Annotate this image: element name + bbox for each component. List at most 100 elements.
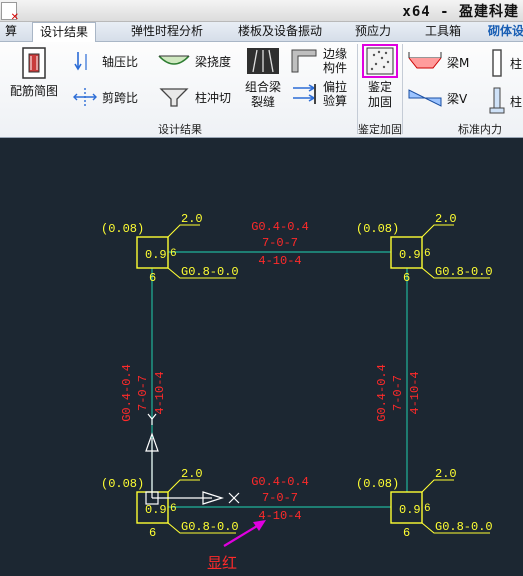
beam-text-line2: 7-0-7	[136, 375, 150, 411]
beam-moment-button[interactable]: 梁M	[407, 50, 469, 74]
beam-crack-icon	[247, 48, 279, 74]
rebar-diagram-button[interactable]: 配筋简图	[6, 46, 62, 99]
column-top-label: (0.08)	[356, 477, 399, 491]
group-label-appraisal: 鉴定加固	[358, 123, 402, 136]
beam-text-line3: 4-10-4	[258, 254, 301, 268]
column-punching-button[interactable]: 柱冲切	[157, 86, 231, 108]
edge-member-label-2: 构件	[323, 61, 348, 75]
column-bottom-value: 6	[403, 271, 410, 285]
shear-cross-icon	[73, 88, 97, 106]
window-title: x64 - 盈建科建	[402, 4, 519, 20]
beam-deflection-label: 梁挠度	[195, 54, 232, 69]
group-label-design: 设计结果	[158, 123, 202, 136]
appraisal-label-2: 加固	[367, 95, 392, 109]
tab-slab-vibration[interactable]: 楼板及设备振动	[230, 22, 330, 41]
column-detail: G0.8-0.0	[181, 520, 239, 534]
ucs-axis-icon	[145, 413, 240, 505]
rebar-diagram-label: 配筋简图	[9, 84, 58, 98]
beam-text-line3: 4-10-4	[408, 371, 422, 414]
tab-design-results[interactable]: 设计结果	[32, 22, 96, 43]
axial-ratio-button[interactable]: 轴压比	[72, 50, 138, 72]
eccentric-label-1: 偏拉	[323, 80, 348, 94]
shear-diagram-icon	[408, 89, 442, 107]
tab-time-history[interactable]: 弹性时程分析	[122, 22, 212, 41]
axial-arrow-icon	[74, 52, 87, 71]
column-corner-value: 2.0	[435, 467, 457, 481]
appraisal-reinforcement-button[interactable]: 鉴定 加固	[362, 44, 398, 110]
beam-label-top: G0.4-0.4 7-0-7 4-10-4	[251, 220, 309, 268]
eccentric-label-2: 验算	[323, 94, 348, 108]
column-corner-value: 2.0	[181, 467, 203, 481]
combined-beam-crack-button[interactable]: 组合梁 裂缝	[239, 46, 287, 110]
annotation-note: 显红	[207, 554, 238, 572]
column-punching-label: 柱冲切	[195, 90, 232, 105]
edge-member-button[interactable]: 边缘 构件	[289, 47, 347, 75]
column-force-label: 柱	[510, 56, 523, 71]
appraisal-icon	[362, 44, 398, 78]
drawing-canvas[interactable]: 0.9 (0.08) 2.0 6 6 G0.8-0.0 0.9 (0.08) 2…	[0, 138, 523, 576]
column-top-label: (0.08)	[101, 477, 144, 491]
column-top-label: (0.08)	[356, 222, 399, 236]
beam-text-line2: 7-0-7	[391, 375, 405, 411]
column-base-icon	[489, 87, 505, 114]
edge-member-icon	[291, 49, 317, 73]
beam-m-label: 梁M	[447, 55, 470, 70]
column-force-label-2: 柱	[510, 94, 523, 109]
tab-toolbox[interactable]: 工具箱	[418, 22, 468, 41]
beam-text-line1: G0.4-0.4	[251, 475, 309, 489]
column-icon	[492, 49, 502, 77]
column-force-button[interactable]: 柱	[488, 48, 522, 78]
group-label-std-force: 标准内力	[458, 123, 502, 136]
edge-member-label-1: 边缘	[323, 47, 348, 61]
tab-analysis[interactable]: 算	[0, 22, 22, 41]
column-bottom-value: 6	[403, 526, 410, 540]
column-detail: G0.8-0.0	[435, 265, 493, 279]
column-top-label: (0.08)	[101, 222, 144, 236]
beam-text-line2: 7-0-7	[262, 236, 298, 250]
column-detail: G0.8-0.0	[435, 520, 493, 534]
column-bottom-right[interactable]: 0.9 (0.08) 2.0 6 6 G0.8-0.0	[356, 467, 493, 540]
eccentric-tension-icon	[293, 84, 316, 104]
ribbon-panel: 配筋简图 轴压比 剪跨比 梁挠度 柱冲切 组合梁 裂缝 边缘 构件 偏拉 验算 …	[0, 42, 523, 138]
beam-text-line1: G0.4-0.4	[120, 364, 134, 422]
combined-beam-label-2: 裂缝	[250, 95, 275, 109]
column-bottom-value: 6	[149, 271, 156, 285]
funnel-icon	[159, 88, 189, 107]
eccentric-tension-button[interactable]: 偏拉 验算	[289, 80, 347, 108]
shear-span-ratio-label: 剪跨比	[102, 90, 139, 105]
beam-label-bottom: G0.4-0.4 7-0-7 4-10-4	[251, 475, 309, 523]
beam-shear-button[interactable]: 梁V	[407, 86, 467, 110]
column-corner-value: 2.0	[181, 212, 203, 226]
app-icon[interactable]	[1, 2, 19, 23]
column-right-value: 6	[170, 248, 177, 260]
column-force-button-2[interactable]: 柱	[488, 86, 522, 116]
column-ratio: 0.9	[399, 503, 421, 517]
column-ratio: 0.9	[145, 248, 167, 262]
beam-label-left: G0.4-0.4 7-0-7 4-10-4	[120, 364, 167, 422]
column-corner-value: 2.0	[435, 212, 457, 226]
beam-text-line2: 7-0-7	[262, 491, 298, 505]
beam-deflection-button[interactable]: 梁挠度	[157, 50, 231, 72]
column-top-right[interactable]: 0.9 (0.08) 2.0 6 6 G0.8-0.0	[356, 212, 493, 285]
beam-text-line1: G0.4-0.4	[375, 364, 389, 422]
tab-prestress[interactable]: 预应力	[348, 22, 398, 41]
axial-ratio-label: 轴压比	[102, 54, 139, 69]
tab-masonry[interactable]: 砌体设	[488, 22, 523, 41]
column-ratio: 0.9	[399, 248, 421, 262]
beam-text-line1: G0.4-0.4	[251, 220, 309, 234]
column-top-left[interactable]: 0.9 (0.08) 2.0 6 6 G0.8-0.0	[101, 212, 239, 285]
column-ratio: 0.9	[145, 503, 167, 517]
column-detail: G0.8-0.0	[181, 265, 239, 279]
beam-label-right: G0.4-0.4 7-0-7 4-10-4	[375, 364, 422, 422]
combined-beam-label-1: 组合梁	[244, 80, 281, 94]
deflection-curve-icon	[158, 55, 190, 65]
column-right-value: 6	[424, 248, 431, 260]
column-bottom-left[interactable]: 0.9 (0.08) 2.0 6 6 G0.8-0.0	[101, 467, 239, 540]
column-bottom-value: 6	[149, 526, 156, 540]
column-right-value: 6	[170, 503, 177, 515]
beam-v-label: 梁V	[447, 91, 468, 106]
title-bar: x64 - 盈建科建	[0, 0, 523, 23]
shear-span-ratio-button[interactable]: 剪跨比	[72, 86, 138, 108]
rebar-diagram-icon	[22, 47, 46, 79]
beam-text-line3: 4-10-4	[153, 371, 167, 414]
